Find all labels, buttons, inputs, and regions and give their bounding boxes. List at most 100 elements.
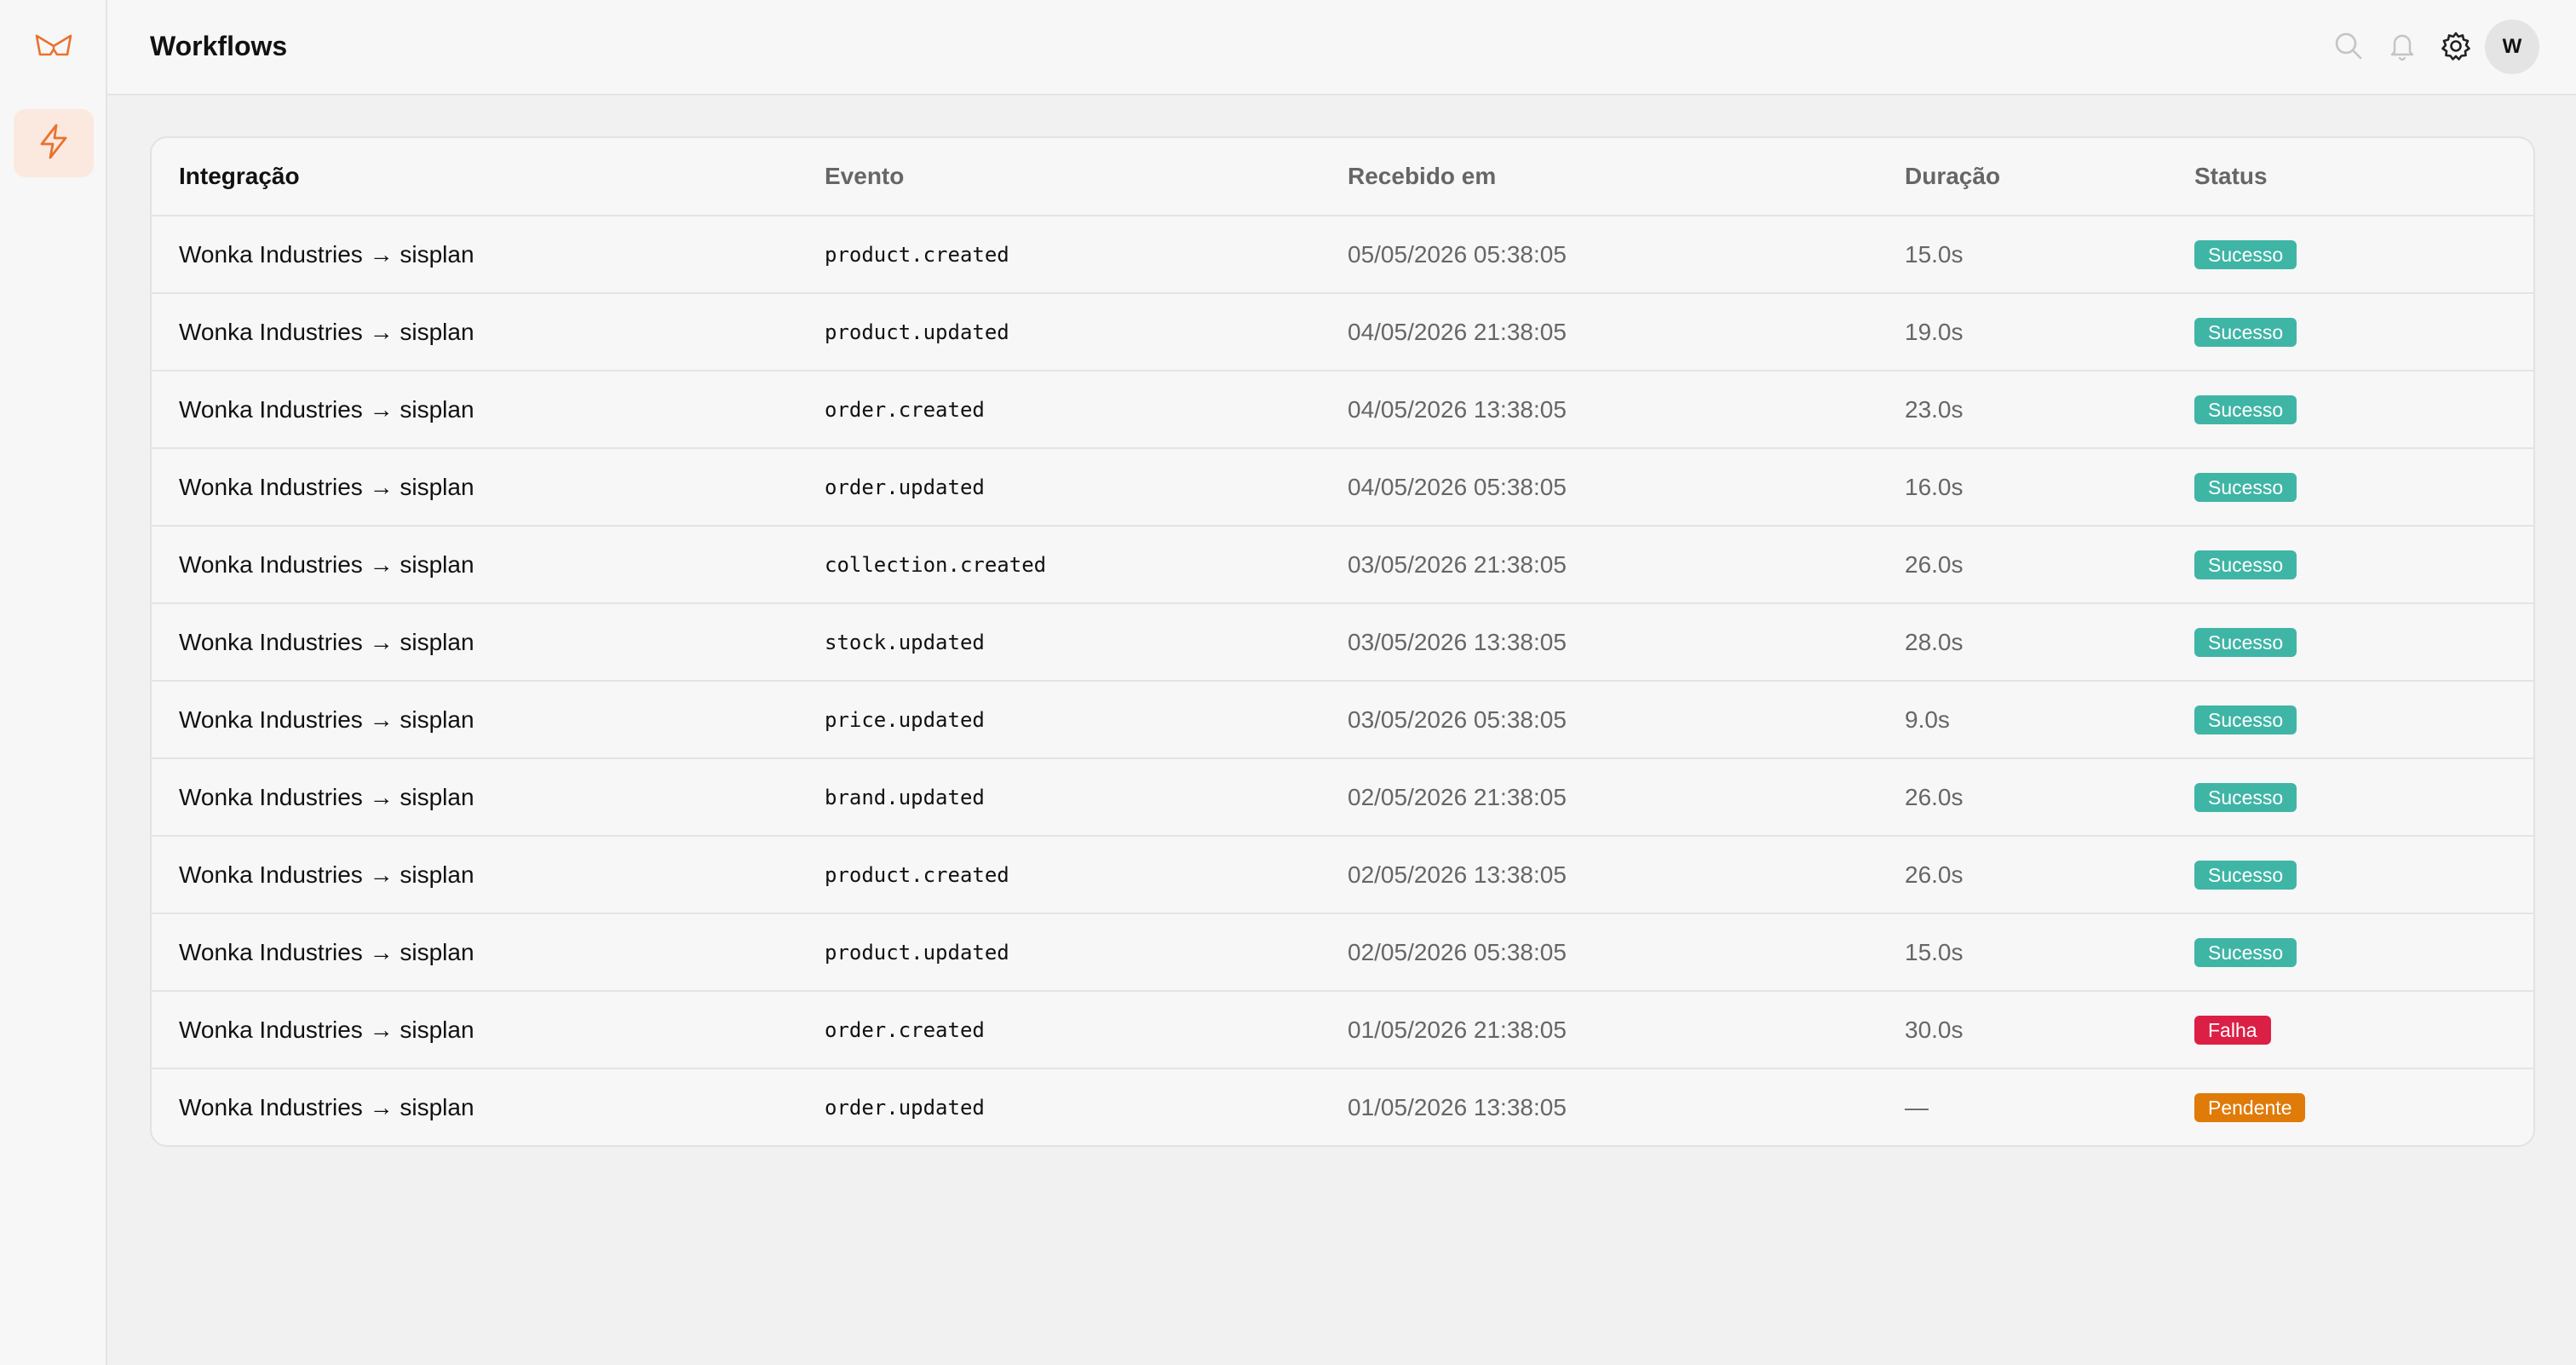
cell-integration: Wonka Industries → sisplan xyxy=(152,371,825,449)
lightning-bolt-icon xyxy=(37,123,71,164)
app-window: Workflows W Integração Evento Recebido e… xyxy=(0,0,2576,1365)
column-header-integration[interactable]: Integração xyxy=(152,138,825,216)
cell-received: 02/05/2026 21:38:05 xyxy=(1348,758,1905,837)
column-header-duration[interactable]: Duração xyxy=(1905,138,2194,216)
cell-event: order.updated xyxy=(825,1095,985,1120)
cell-event: product.updated xyxy=(825,293,1348,371)
cell-status: Pendente xyxy=(2194,1068,2533,1145)
cell-integration: Wonka Industries → sisplan xyxy=(152,836,825,914)
cell-status: Sucesso xyxy=(2194,448,2533,527)
table-body: Wonka Industries → sisplan product.create… xyxy=(152,216,2533,1145)
search-icon[interactable] xyxy=(2332,29,2366,63)
status-badge: Sucesso xyxy=(2194,550,2297,579)
cell-status: Sucesso xyxy=(2194,758,2533,837)
status-badge: Sucesso xyxy=(2194,627,2297,657)
cell-integration: Wonka Industries → sisplan xyxy=(152,216,825,294)
table-row[interactable]: Wonka Industries → sisplan collection.cre… xyxy=(152,526,2533,604)
cell-duration: 9.0s xyxy=(1905,681,2194,759)
cell-received: 04/05/2026 05:38:05 xyxy=(1348,448,1905,527)
cell-status: Sucesso xyxy=(2194,293,2533,371)
table-row[interactable]: Wonka Industries → sisplan stock.updated 0… xyxy=(152,603,2533,682)
cell-status: Sucesso xyxy=(2194,526,2533,604)
table-row[interactable]: Wonka Industries → sisplan order.created 0… xyxy=(152,371,2533,449)
page-title: Workflows xyxy=(150,31,288,61)
cell-integration: Wonka Industries → sisplan xyxy=(152,913,825,992)
cell-event: order.created xyxy=(825,371,1348,449)
cell-integration: Wonka Industries → sisplan xyxy=(152,293,825,371)
cell-integration: Wonka Industries → sisplan xyxy=(152,758,825,837)
cell-status: Sucesso xyxy=(2194,216,2533,294)
cell-duration: — xyxy=(1905,1093,1929,1120)
status-badge: Sucesso xyxy=(2194,782,2297,812)
cell-status: Sucesso xyxy=(2194,913,2533,992)
cell-received: 03/05/2026 05:38:05 xyxy=(1348,681,1905,759)
butterfly-logo-icon[interactable] xyxy=(34,32,73,58)
cell-duration: 30.0s xyxy=(1905,991,2194,1069)
cell-status: Sucesso xyxy=(2194,371,2533,449)
cell-integration: Wonka Industries → sisplan xyxy=(152,526,825,604)
cell-received: 03/05/2026 21:38:05 xyxy=(1348,526,1905,604)
cell-received: 01/05/2026 21:38:05 xyxy=(1348,991,1905,1069)
cell-received: 03/05/2026 13:38:05 xyxy=(1348,603,1905,682)
cell-duration: 15.0s xyxy=(1905,216,2194,294)
workflow-runs-table: Integração Evento Recebido em Duração St… xyxy=(152,138,2533,1145)
cell-event: stock.updated xyxy=(825,603,1348,682)
status-badge: Sucesso xyxy=(2194,860,2297,890)
column-header-event[interactable]: Evento xyxy=(825,138,1348,216)
cell-integration: Wonka Industries → sisplan xyxy=(152,603,825,682)
cell-event: brand.updated xyxy=(825,758,1348,837)
table-row[interactable]: Wonka Industries → sisplan product.update… xyxy=(152,913,2533,992)
cell-duration: 16.0s xyxy=(1905,448,2194,527)
cell-duration: 26.0s xyxy=(1905,836,2194,914)
bell-icon[interactable] xyxy=(2385,29,2419,63)
cell-status: Sucesso xyxy=(2194,836,2533,914)
table-row[interactable]: Wonka Industries → sisplan price.updated 0… xyxy=(152,681,2533,759)
cell-duration: 26.0s xyxy=(1905,758,2194,837)
cell-event: price.updated xyxy=(825,681,1348,759)
cell-status: Falha xyxy=(2194,991,2533,1069)
status-badge: Sucesso xyxy=(2194,937,2297,967)
cell-event: product.created xyxy=(825,836,1348,914)
column-header-received[interactable]: Recebido em xyxy=(1348,138,1905,216)
column-header-status[interactable]: Status xyxy=(2194,138,2533,216)
workflow-runs-table-card: Integração Evento Recebido em Duração St… xyxy=(150,136,2535,1147)
cell-duration: 23.0s xyxy=(1905,371,2194,449)
cell-status: Sucesso xyxy=(2194,681,2533,759)
cell-event: product.created xyxy=(825,216,1348,294)
table-header-row: Integração Evento Recebido em Duração St… xyxy=(152,138,2533,216)
cell-duration: 26.0s xyxy=(1905,526,2194,604)
cell-integration: Wonka Industries → sisplan xyxy=(152,448,825,527)
cell-event: order.updated xyxy=(825,448,1348,527)
cell-event: order.created xyxy=(825,991,1348,1069)
sidebar xyxy=(0,0,107,1365)
table-row[interactable]: Wonka Industries → sisplan product.create… xyxy=(152,836,2533,914)
cell-status: Sucesso xyxy=(2194,603,2533,682)
status-badge: Sucesso xyxy=(2194,317,2297,347)
status-badge: Pendente xyxy=(2194,1092,2306,1122)
cell-integration: Wonka Industries → sisplan xyxy=(179,1093,474,1120)
cell-event: product.updated xyxy=(825,913,1348,992)
table-row[interactable]: Wonka Industries → sisplan brand.updated 0… xyxy=(152,758,2533,837)
status-badge: Sucesso xyxy=(2194,239,2297,269)
cell-integration: Wonka Industries → sisplan xyxy=(152,991,825,1069)
avatar[interactable]: W xyxy=(2485,20,2539,74)
table-row[interactable]: Wonka Industries → sisplan order.updated 0… xyxy=(152,1068,2533,1145)
table-row[interactable]: Wonka Industries → sisplan order.updated 0… xyxy=(152,448,2533,527)
status-badge: Sucesso xyxy=(2194,395,2297,424)
status-badge: Sucesso xyxy=(2194,472,2297,502)
cell-received: 02/05/2026 13:38:05 xyxy=(1348,836,1905,914)
gear-icon[interactable] xyxy=(2439,29,2473,63)
status-badge: Sucesso xyxy=(2194,705,2297,734)
cell-received: 05/05/2026 05:38:05 xyxy=(1348,216,1905,294)
sidebar-item-workflows[interactable] xyxy=(14,109,94,177)
cell-integration: Wonka Industries → sisplan xyxy=(152,681,825,759)
cell-duration: 15.0s xyxy=(1905,913,2194,992)
cell-received: 04/05/2026 21:38:05 xyxy=(1348,293,1905,371)
table-row[interactable]: Wonka Industries → sisplan product.update… xyxy=(152,293,2533,371)
table-row[interactable]: Wonka Industries → sisplan order.created 0… xyxy=(152,991,2533,1069)
cell-event: collection.created xyxy=(825,526,1348,604)
status-badge: Falha xyxy=(2194,1015,2271,1045)
top-bar: Workflows W xyxy=(107,0,2576,95)
table-row[interactable]: Wonka Industries → sisplan product.create… xyxy=(152,216,2533,294)
cell-duration: 28.0s xyxy=(1905,603,2194,682)
